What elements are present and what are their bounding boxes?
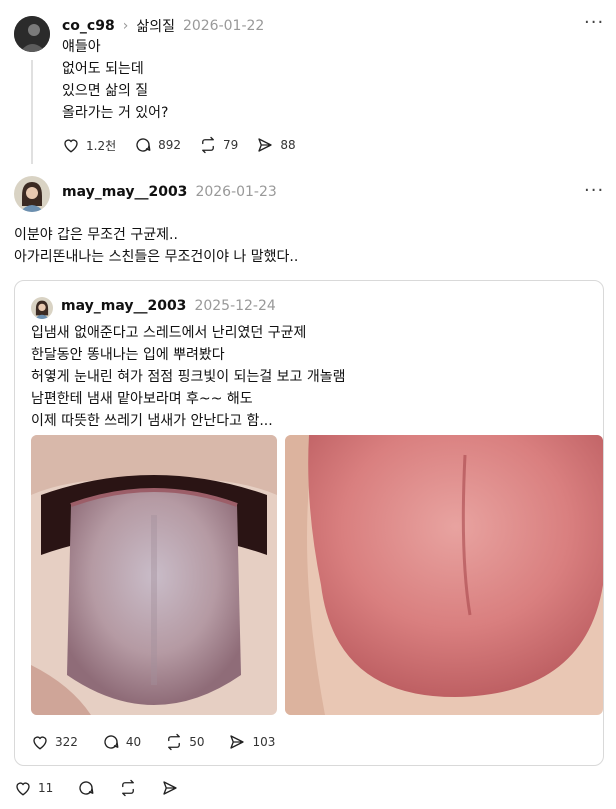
comment-count: 892 xyxy=(158,138,182,152)
post-date: 2026-01-22 xyxy=(182,18,265,34)
share-button[interactable]: 88 xyxy=(256,136,296,154)
repost-button[interactable] xyxy=(119,779,137,797)
comment-button[interactable] xyxy=(77,779,95,797)
like-count: 322 xyxy=(55,735,78,749)
post-line: 아가리똔내나는 스친들은 무조건이야 나 말했다.. xyxy=(14,249,299,265)
like-button[interactable]: 322 xyxy=(31,733,78,751)
post-line: 한달동안 똥내나는 입에 뿌려봤다 xyxy=(31,347,225,363)
action-bar: 322 40 50 103 xyxy=(31,733,275,751)
thread-line xyxy=(31,60,33,164)
avatar[interactable] xyxy=(14,16,50,52)
post-line: 얘들아 xyxy=(62,39,101,55)
comment-icon xyxy=(79,781,94,795)
post-line: 입냄새 없애준다고 스레드에서 난리였던 구균제 xyxy=(31,325,307,341)
tongue-after-image[interactable] xyxy=(285,435,603,715)
repost-button[interactable]: 79 xyxy=(199,136,238,154)
post-line: 올라가는 거 있어? xyxy=(62,105,169,121)
username[interactable]: may_may__2003 xyxy=(61,298,186,314)
send-icon xyxy=(230,735,245,749)
like-count: 11 xyxy=(38,781,54,795)
repost-icon xyxy=(202,136,214,154)
comment-icon xyxy=(136,138,151,152)
avatar[interactable] xyxy=(31,297,53,319)
repost-count: 50 xyxy=(189,735,205,749)
heart-icon xyxy=(64,139,78,153)
more-options-icon[interactable]: ··· xyxy=(584,180,604,201)
repost-button[interactable]: 50 xyxy=(165,733,204,751)
repost-icon xyxy=(168,733,181,751)
avatar[interactable] xyxy=(14,176,50,212)
post-line: 이분야 갑은 무조건 구균제.. xyxy=(14,227,178,243)
post-line: 없어도 되는데 xyxy=(62,61,144,77)
heart-icon xyxy=(33,736,47,750)
post-body: 입냄새 없애준다고 스레드에서 난리였던 구균제 한달동안 똥내나는 입에 뿌려… xyxy=(31,322,346,432)
username[interactable]: co_c98 xyxy=(62,18,115,34)
chevron-right-icon: › xyxy=(122,18,129,34)
post-line: 이제 따뜻한 쓰레기 냄새가 안난다고 함... xyxy=(31,413,273,429)
tongue-before-image[interactable] xyxy=(31,435,277,715)
action-bar: 1.2천 892 79 88 xyxy=(62,136,296,154)
community-name[interactable]: 삶의질 xyxy=(136,16,175,36)
post-date: 2026-01-23 xyxy=(195,184,277,200)
more-options-icon[interactable]: ··· xyxy=(584,12,604,33)
like-count: 1.2천 xyxy=(86,138,117,153)
heart-icon xyxy=(16,782,30,796)
comment-count: 40 xyxy=(125,735,142,749)
post-line: 있으면 삶의 질 xyxy=(62,83,149,99)
share-button[interactable]: 103 xyxy=(228,733,275,751)
share-count: 103 xyxy=(252,735,276,749)
username[interactable]: may_may__2003 xyxy=(62,184,187,200)
send-icon xyxy=(258,138,272,152)
comment-button[interactable]: 40 xyxy=(102,733,141,751)
share-count: 88 xyxy=(280,138,296,152)
post-line: 허옇게 눈내린 혀가 점점 핑크빛이 되는걸 보고 개놀램 xyxy=(31,369,346,385)
like-button[interactable]: 1.2천 xyxy=(62,136,116,154)
post-line: 남편한테 냄새 맡아보라며 후~~ 해도 xyxy=(31,391,253,407)
like-button[interactable]: 11 xyxy=(14,779,53,797)
share-button[interactable] xyxy=(161,779,179,797)
comment-button[interactable]: 892 xyxy=(134,136,181,154)
send-icon xyxy=(163,781,177,795)
repost-count: 79 xyxy=(223,138,239,152)
action-bar: 11 xyxy=(14,779,179,797)
post-date: 2025-12-24 xyxy=(194,298,276,314)
repost-icon xyxy=(122,779,135,797)
post-body: 얘들아 없어도 되는데 있으면 삶의 질 올라가는 거 있어? xyxy=(62,36,169,124)
post-body: 이분야 갑은 무조건 구균제.. 아가리똔내나는 스친들은 무조건이야 나 말했… xyxy=(14,224,298,268)
quoted-post[interactable]: may_may__2003 2025-12-24 입냄새 없애준다고 스레드에서… xyxy=(14,280,604,766)
comment-icon xyxy=(104,735,119,749)
